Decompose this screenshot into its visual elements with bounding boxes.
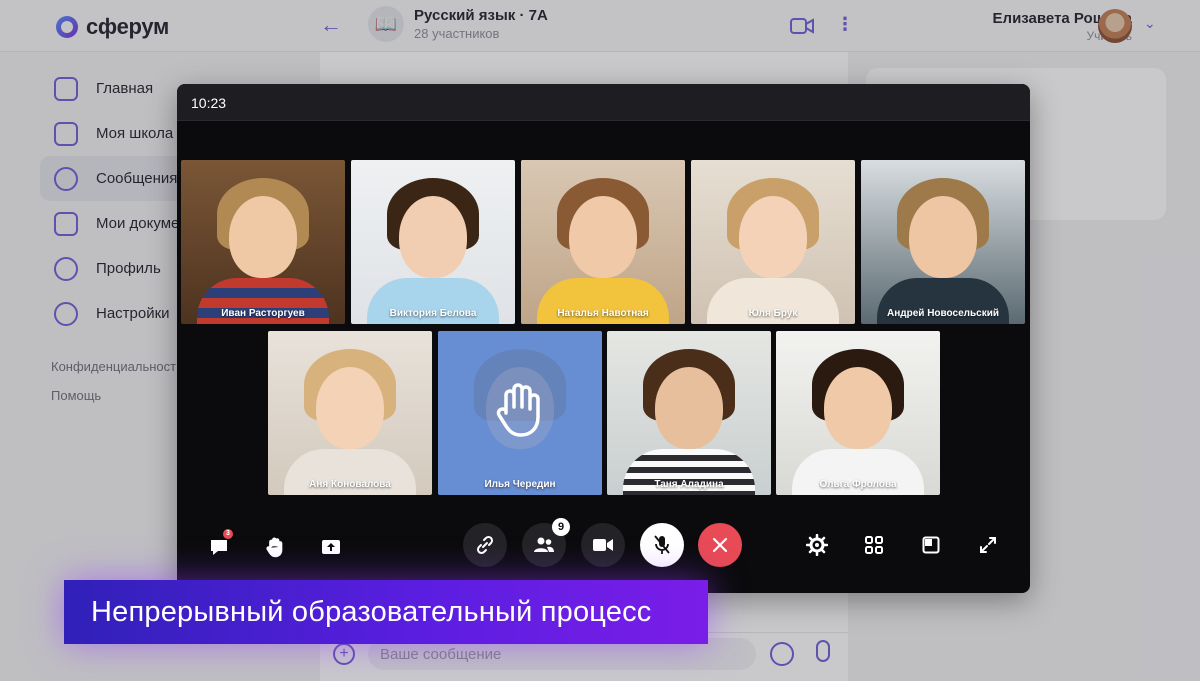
participant-tile[interactable]: Таня Аладина (607, 331, 771, 495)
grid-layout-button[interactable] (852, 523, 896, 567)
link-icon (476, 535, 494, 555)
participant-tile[interactable]: Виктория Белова (351, 160, 515, 324)
participant-name: Виктория Белова (389, 308, 477, 319)
banner-caption: Непрерывный образовательный процесс (91, 596, 652, 628)
participants-count-badge: 9 (552, 518, 570, 536)
call-header: 10:23 (177, 84, 1030, 121)
close-icon (712, 537, 728, 553)
participant-name: Ольга Фролова (819, 479, 897, 490)
participant-tile[interactable]: Юля Брук (691, 160, 855, 324)
screen-share-button[interactable] (309, 525, 353, 569)
microphone-off-icon (654, 535, 670, 554)
promo-banner: Непрерывный образовательный процесс (64, 580, 708, 644)
participant-name: Илья Чередин (484, 479, 556, 490)
settings-button[interactable] (795, 523, 839, 567)
hand-icon (266, 537, 283, 558)
end-call-button[interactable] (698, 523, 742, 567)
participant-tile-speaking[interactable]: Наталья Навотная (521, 160, 685, 324)
participant-name: Юля Брук (748, 308, 798, 319)
participant-name: Иван Расторгуев (221, 308, 305, 319)
participant-name: Таня Аладина (654, 479, 724, 490)
chat-bubble-icon (211, 540, 227, 555)
video-call-window: 10:23 Иван Расторгуев Виктория Белова На… (177, 84, 1030, 593)
participant-tile[interactable]: Андрей Новосельский (861, 160, 1025, 324)
participant-name: Наталья Навотная (557, 308, 649, 319)
grid-icon (865, 536, 883, 554)
participant-tile[interactable]: Ольга Фролова (776, 331, 940, 495)
participant-tile[interactable]: Аня Коновалова (268, 331, 432, 495)
picture-in-picture-icon (922, 536, 940, 554)
camera-toggle-button[interactable] (581, 523, 625, 567)
participant-name: Андрей Новосельский (886, 308, 999, 319)
raise-hand-button[interactable] (253, 525, 297, 569)
chat-toggle-button[interactable]: 3 (197, 525, 241, 569)
camera-icon (593, 539, 613, 551)
call-timer: 10:23 (191, 95, 227, 111)
participants-icon (534, 537, 554, 552)
expand-icon (980, 537, 996, 553)
participants-button[interactable]: 9 (522, 518, 570, 567)
participant-tile[interactable]: Иван Расторгуев (181, 160, 345, 324)
participant-tile-hand-raised[interactable]: Илья Чередин (438, 331, 602, 495)
fullscreen-button[interactable] (966, 523, 1010, 567)
unread-badge: 3 (223, 529, 233, 539)
copy-link-button[interactable] (463, 523, 507, 567)
pip-button[interactable] (909, 523, 953, 567)
call-controls: 3 9 (177, 518, 1030, 573)
mute-toggle-button[interactable] (640, 523, 684, 567)
gear-icon (806, 534, 828, 556)
raised-hand-icon (496, 383, 540, 437)
screen-share-icon (322, 540, 340, 554)
participant-name: Аня Коновалова (309, 479, 391, 490)
